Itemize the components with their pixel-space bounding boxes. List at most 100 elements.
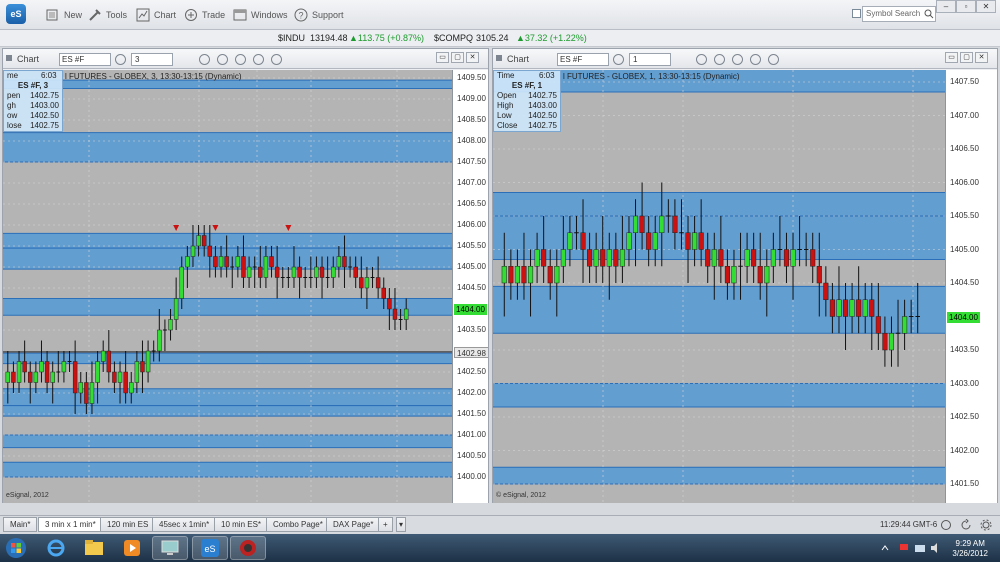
new-button[interactable]: New: [46, 6, 82, 24]
bear-candle: [541, 249, 547, 267]
tray-network-icon[interactable]: [914, 542, 926, 554]
left-symbol-field[interactable]: ES #F: [59, 53, 111, 66]
svg-text:?: ?: [298, 11, 303, 21]
tab-45sec-x-1min[interactable]: 45sec x 1min*: [152, 517, 217, 532]
help-icon: ?: [294, 8, 308, 22]
bear-candle: [22, 361, 27, 373]
system-clock[interactable]: 9:29 AM 3/26/2012: [952, 539, 988, 559]
taskbar-media-player[interactable]: [114, 536, 150, 560]
right-pane-restore-button[interactable]: ▭: [945, 52, 958, 63]
tab-dax-page[interactable]: DAX Page*: [326, 517, 381, 532]
left-pane-maximize-button[interactable]: ▢: [451, 52, 464, 63]
left-zoom-icon[interactable]: [235, 54, 246, 65]
left-pane-restore-button[interactable]: ▭: [436, 52, 449, 63]
tab-10min-es[interactable]: 10 min ES*: [214, 517, 269, 532]
sync-icon[interactable]: [940, 519, 952, 531]
search-icon[interactable]: [924, 9, 934, 19]
right-info-high-value: 1403.00: [528, 101, 557, 110]
right-pane-maximize-button[interactable]: ▢: [960, 52, 973, 63]
windows-button[interactable]: Windows: [233, 6, 288, 24]
price-tick-label: 1405.00: [950, 244, 979, 254]
taskbar-internet-explorer[interactable]: [38, 536, 74, 560]
right-price-axis[interactable]: 1407.50 1407.00 1406.50 1406.00 1405.50 1405.…: [945, 70, 997, 503]
taskbar-browser[interactable]: [230, 536, 266, 560]
bull-candle: [50, 371, 55, 383]
tools-icon: [89, 9, 101, 21]
support-button[interactable]: ? Support: [294, 6, 344, 24]
left-chart-pane[interactable]: Chart ES #F 3 ▭ ▢ ✕ 1409.50 1409.00 1408.5…: [2, 48, 489, 503]
chart-button[interactable]: Chart: [136, 6, 176, 24]
add-tab-button[interactable]: +: [378, 517, 393, 532]
bear-candle: [698, 232, 704, 250]
left-time-icon[interactable]: [253, 54, 264, 65]
taskbar-folder[interactable]: [76, 536, 112, 560]
tab-main[interactable]: Main*: [3, 517, 38, 532]
ticker-bar: $INDU 13194.48 ▲113.75 (+0.87%) $COMPQ 3…: [0, 30, 1000, 47]
bear-candle: [106, 350, 112, 373]
left-chart-header: Chart ES #F 3 ▭ ▢ ✕: [3, 49, 488, 69]
minimize-button[interactable]: –: [936, 0, 956, 13]
bull-candle: [849, 299, 855, 317]
left-study-icon[interactable]: [271, 54, 282, 65]
left-interval-field[interactable]: 3: [131, 53, 173, 66]
right-cursor-icon[interactable]: [714, 54, 725, 65]
internet-explorer-icon: [47, 539, 65, 557]
right-interval-field[interactable]: 1: [629, 53, 671, 66]
bull-candle: [606, 249, 612, 267]
tools-button[interactable]: Tools: [88, 6, 127, 24]
main-toolbar: eS New Tools Chart Trade Windows ? Suppo…: [0, 0, 1000, 30]
bull-candle: [89, 382, 95, 404]
left-info-high-label: gh: [7, 101, 16, 110]
right-interval-clock-icon[interactable]: [613, 54, 624, 65]
right-chart-header: Chart ES #F 1 ▭ ▢ ✕: [493, 49, 997, 69]
tab-combo-page[interactable]: Combo Page*: [266, 517, 330, 532]
tray-arrow-icon[interactable]: [880, 543, 890, 553]
left-interval-clock-icon[interactable]: [115, 54, 126, 65]
taskbar-esignal[interactable]: eS: [192, 536, 228, 560]
search-checkbox[interactable]: [852, 9, 861, 18]
start-button[interactable]: [2, 536, 30, 560]
left-cursor-icon[interactable]: [217, 54, 228, 65]
bull-candle: [711, 249, 717, 267]
left-line-price-tag: 1402.98: [454, 346, 488, 358]
right-chart-pane[interactable]: Chart ES #F 1 ▭ ▢ ✕ 1407.50 1407.00 1406.5…: [492, 48, 998, 503]
close-button[interactable]: ✕: [976, 0, 996, 13]
right-chart-plot[interactable]: [493, 70, 945, 503]
right-pane-close-button[interactable]: ✕: [975, 52, 988, 63]
price-band: [3, 405, 453, 417]
right-draw-pencil-icon[interactable]: [696, 54, 707, 65]
bear-candle: [207, 245, 213, 257]
maximize-button[interactable]: ▫: [956, 0, 976, 13]
new-label: New: [64, 10, 83, 20]
right-zoom-icon[interactable]: [732, 54, 743, 65]
right-time-icon[interactable]: [750, 54, 761, 65]
left-pane-close-button[interactable]: ✕: [466, 52, 479, 63]
settings-icon[interactable]: [980, 519, 992, 531]
bull-candle: [173, 298, 179, 320]
price-tick-label: 1401.50: [950, 479, 979, 488]
tab-menu-chevron-icon[interactable]: ▾: [396, 517, 407, 532]
support-label: Support: [312, 10, 344, 20]
right-symbol-field[interactable]: ES #F: [557, 53, 609, 66]
refresh-icon[interactable]: [960, 519, 972, 531]
left-price-axis[interactable]: 1409.50 1409.00 1408.50 1408.00 1407.50 1407.…: [452, 70, 488, 503]
tab-3min-x-1min[interactable]: 3 min x 1 min*: [38, 517, 103, 532]
tab-120min-es[interactable]: 120 min ES: [100, 517, 156, 532]
tray-flag-icon[interactable]: [898, 542, 910, 554]
left-chart-plot[interactable]: [3, 70, 453, 503]
right-study-icon[interactable]: [768, 54, 779, 65]
right-info-low-label: Low: [497, 111, 512, 120]
bull-candle: [790, 249, 796, 267]
svg-text:eS: eS: [204, 544, 215, 554]
price-tick-label: 1402.00: [950, 445, 979, 455]
trade-button[interactable]: Trade: [184, 6, 225, 24]
esignal-logo[interactable]: eS: [6, 4, 26, 24]
bear-candle: [269, 256, 274, 268]
tray-volume-icon[interactable]: [930, 542, 942, 554]
bull-candle: [403, 308, 409, 320]
bull-candle: [5, 371, 11, 383]
bull-candle: [61, 361, 67, 373]
bull-candle: [78, 382, 83, 394]
left-draw-pencil-icon[interactable]: [199, 54, 210, 65]
taskbar-computer[interactable]: [152, 536, 188, 560]
